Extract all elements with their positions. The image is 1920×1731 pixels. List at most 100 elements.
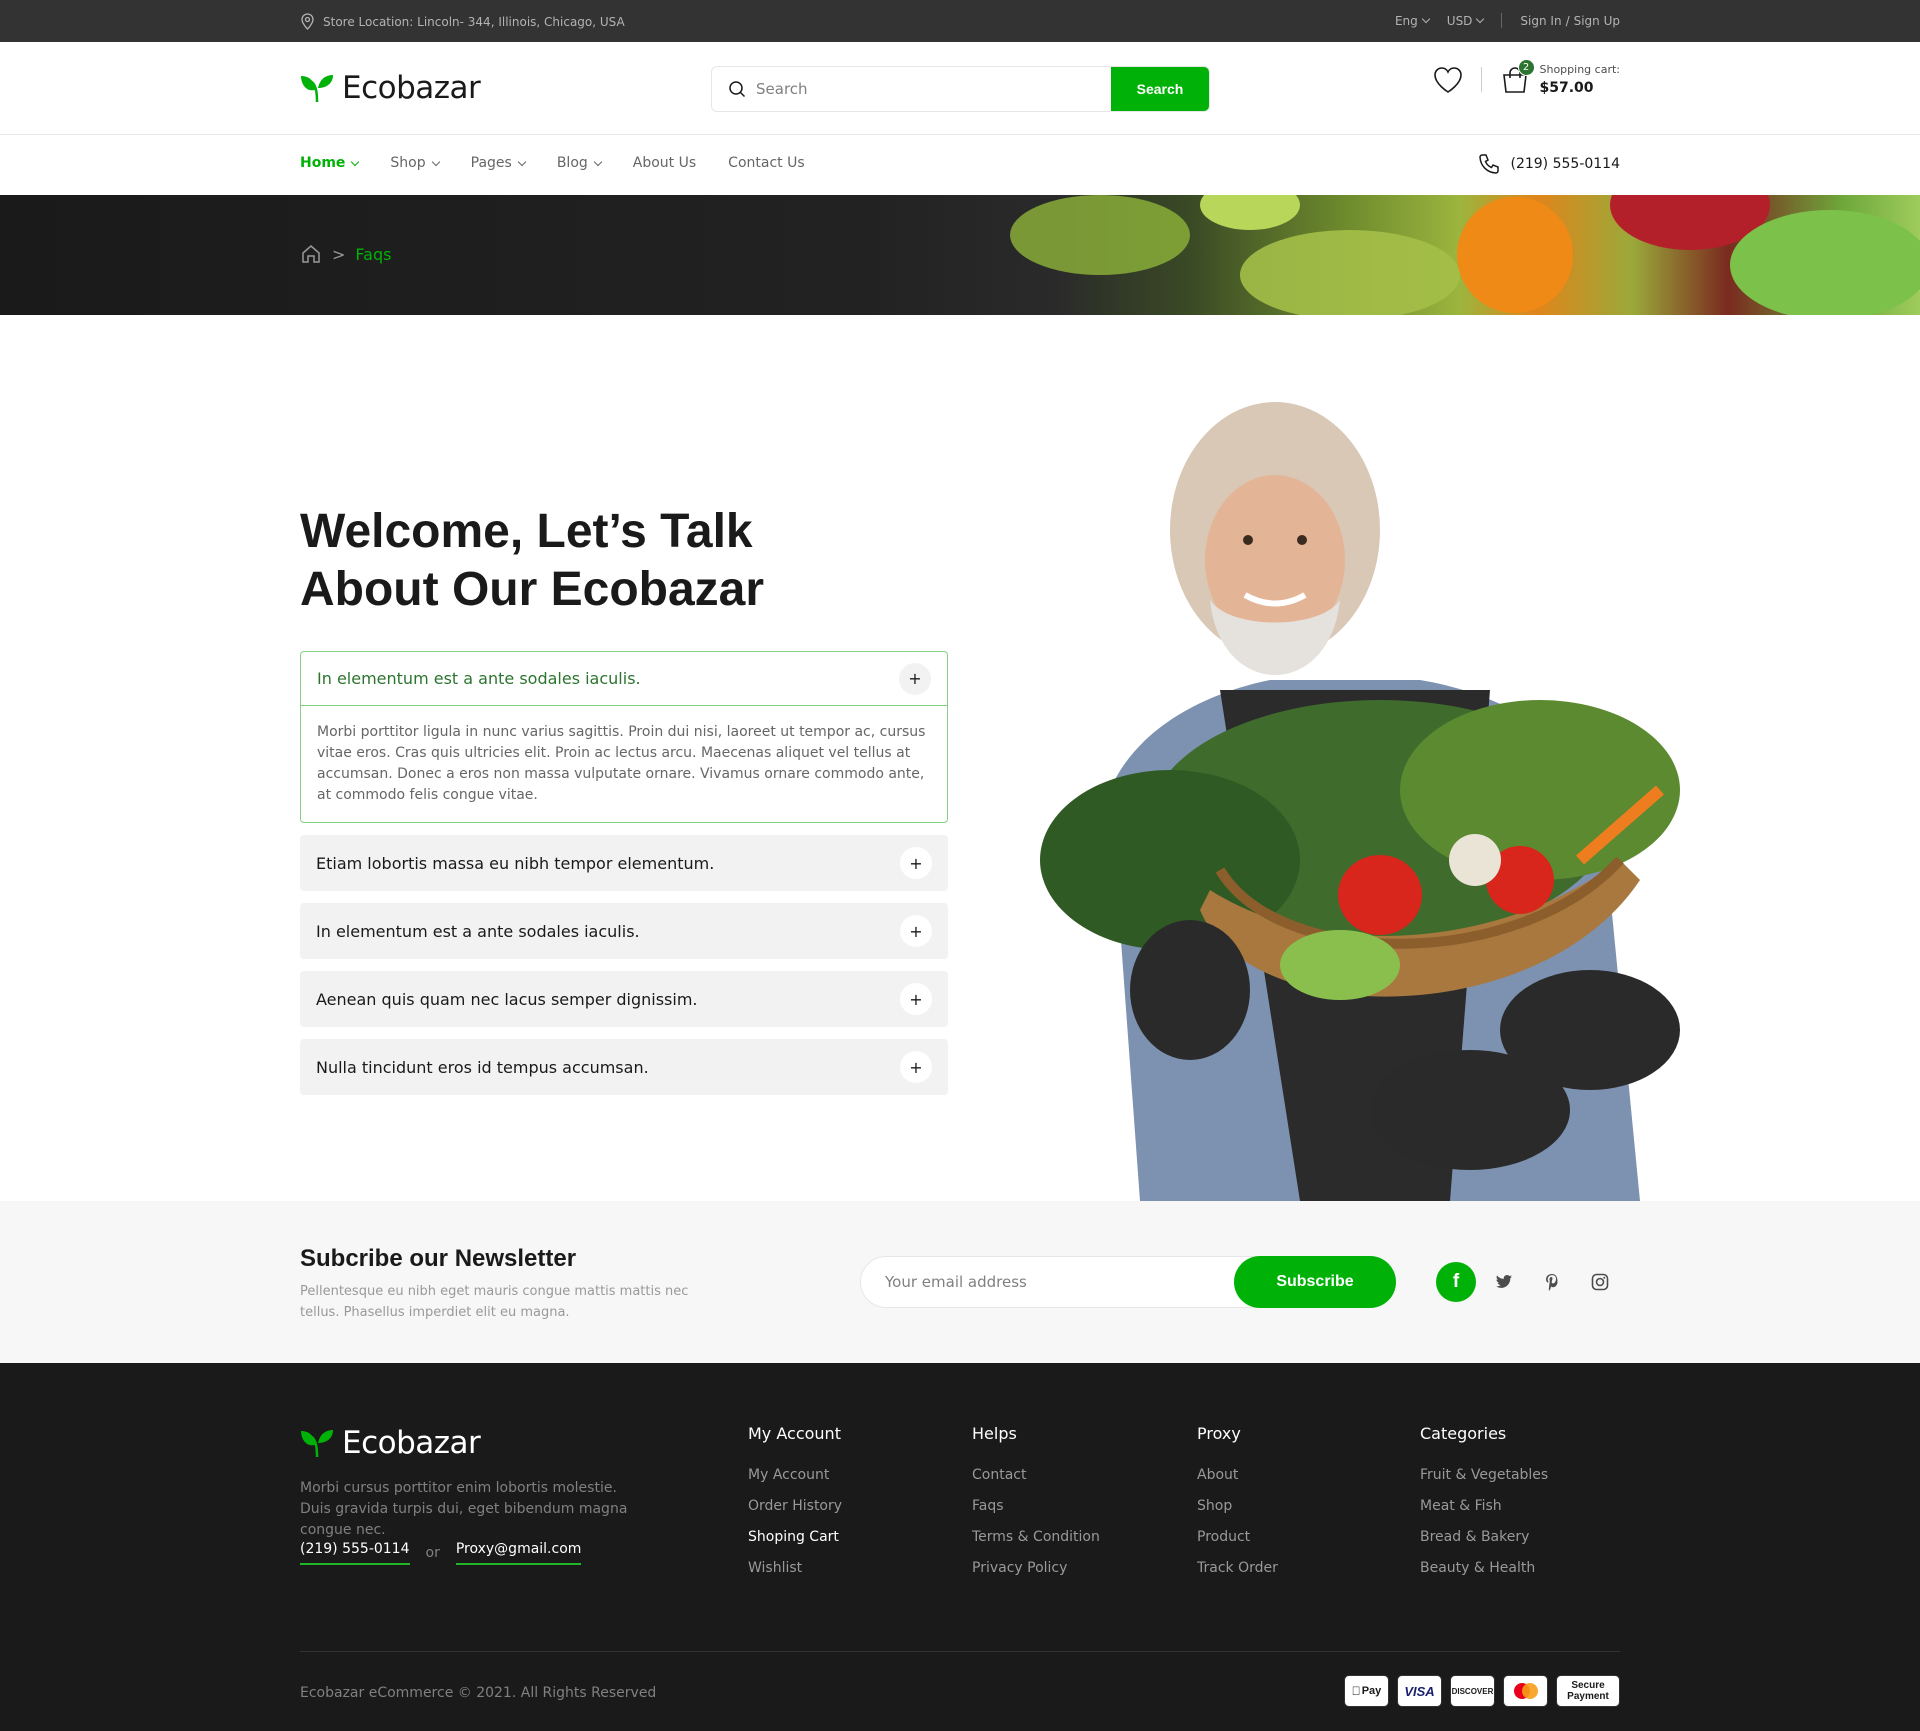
logo-text: Ecobazar <box>342 1425 481 1461</box>
footer-column-title: Categories <box>1420 1424 1507 1443</box>
footer-phone[interactable]: (219) 555-0114 <box>300 1541 410 1565</box>
search-icon <box>729 81 746 98</box>
footer-divider <box>300 1651 1620 1652</box>
newsletter-section: Subcribe our Newsletter Pellentesque eu … <box>0 1201 1920 1363</box>
faq-question: Etiam lobortis massa eu nibh tempor elem… <box>316 853 715 873</box>
chevron-down-icon <box>1421 14 1431 24</box>
visa-label: VISA <box>1404 1683 1435 1699</box>
phone-icon <box>1478 154 1499 174</box>
main-nav: Home Shop Pages Blog About Us Contact Us… <box>0 135 1920 195</box>
chevron-down-icon <box>431 157 440 166</box>
nav-phone[interactable]: (219) 555-0114 <box>1477 152 1620 176</box>
search-input[interactable]: Search <box>712 67 1111 111</box>
vegetables-background <box>1010 195 1920 315</box>
home-icon[interactable] <box>300 243 322 265</box>
currency-label: USD <box>1446 13 1473 28</box>
language-select[interactable]: Eng <box>1394 13 1431 28</box>
farmer-image <box>1040 402 1680 1201</box>
apple-pay-icon: Pay <box>1344 1675 1389 1707</box>
footer-link[interactable]: Privacy Policy <box>972 1560 1100 1576</box>
footer-column-proxy: Proxy About Shop Product Track Order <box>1197 1424 1278 1591</box>
nav-item-pages[interactable]: Pages <box>470 155 527 171</box>
chevron-down-icon <box>351 157 360 166</box>
logo[interactable]: Ecobazar <box>300 70 481 106</box>
pinterest-icon[interactable] <box>1532 1262 1572 1302</box>
footer-column-title: Proxy <box>1197 1424 1241 1443</box>
divider <box>1480 67 1482 92</box>
top-bar: Store Location: Lincoln- 344, Illinois, … <box>0 0 1920 42</box>
subscribe-button[interactable]: Subscribe <box>1234 1256 1396 1308</box>
footer-logo[interactable]: Ecobazar <box>300 1425 481 1461</box>
shopping-cart[interactable]: 2 Shopping cart: $57.00 <box>1500 59 1620 96</box>
faq-item-open: In elementum est a ante sodales iaculis.… <box>300 651 948 823</box>
faq-item[interactable]: Nulla tincidunt eros id tempus accumsan.… <box>300 1039 948 1095</box>
faq-question-row[interactable]: In elementum est a ante sodales iaculis.… <box>301 652 947 706</box>
faq-item[interactable]: Aenean quis quam nec lacus semper dignis… <box>300 971 948 1027</box>
newsletter-form: Your email address Subscribe <box>860 1256 1396 1308</box>
page-title: Welcome, Let’s Talk About Our Ecobazar <box>300 503 860 619</box>
footer-link[interactable]: Shoping Cart <box>748 1529 842 1545</box>
faq-item[interactable]: Etiam lobortis massa eu nibh tempor elem… <box>300 835 948 891</box>
nav-label: Pages <box>470 155 512 171</box>
currency-select[interactable]: USD <box>1446 13 1485 28</box>
header: Ecobazar Search Search 2 Shopping cart: … <box>0 42 1920 135</box>
footer-link[interactable]: Meat & Fish <box>1420 1498 1548 1514</box>
language-label: Eng <box>1394 13 1418 28</box>
nav-label: Contact Us <box>728 155 805 171</box>
plus-icon[interactable]: + <box>900 847 932 879</box>
discover-label: DISCOVER <box>1451 1686 1494 1696</box>
plus-icon[interactable]: + <box>900 1051 932 1083</box>
footer-link[interactable]: Product <box>1197 1529 1278 1545</box>
footer-link[interactable]: Wishlist <box>748 1560 842 1576</box>
footer-link[interactable]: My Account <box>748 1467 842 1483</box>
footer: Ecobazar Morbi cursus porttitor enim lob… <box>0 1363 1920 1731</box>
search-button[interactable]: Search <box>1111 67 1209 111</box>
footer-link[interactable]: Bread & Bakery <box>1420 1529 1548 1545</box>
plus-icon[interactable]: + <box>900 915 932 947</box>
store-location-text: Store Location: Lincoln- 344, Illinois, … <box>323 14 625 29</box>
nav-item-contact[interactable]: Contact Us <box>728 155 804 171</box>
nav-item-about[interactable]: About Us <box>633 155 696 171</box>
breadcrumb-current: Faqs <box>355 244 392 264</box>
chevron-down-icon <box>1476 14 1485 24</box>
nav-item-home[interactable]: Home <box>300 155 360 171</box>
nav-label: Shop <box>390 155 426 171</box>
heart-icon[interactable] <box>1433 66 1463 94</box>
footer-column-helps: Helps Contact Faqs Terms & Condition Pri… <box>972 1424 1100 1591</box>
store-location: Store Location: Lincoln- 344, Illinois, … <box>300 13 625 30</box>
chevron-down-icon <box>593 157 603 166</box>
sign-in-link[interactable]: Sign In <box>1520 14 1561 28</box>
footer-column-my-account: My Account My Account Order History Shop… <box>748 1424 842 1591</box>
footer-email[interactable]: Proxy@gmail.com <box>455 1541 582 1565</box>
apple-pay-label: Pay <box>1357 1685 1382 1697</box>
sign-up-link[interactable]: Sign Up <box>1574 14 1620 28</box>
nav-item-shop[interactable]: Shop <box>390 155 440 171</box>
leaf-logo-icon <box>301 75 333 103</box>
footer-link[interactable]: Shop <box>1197 1498 1278 1514</box>
search-placeholder: Search <box>756 80 808 98</box>
twitter-icon[interactable] <box>1484 1262 1524 1302</box>
faq-question: In elementum est a ante sodales iaculis. <box>317 669 641 688</box>
nav-label: Blog <box>556 155 588 171</box>
footer-link[interactable]: Terms & Condition <box>972 1529 1100 1545</box>
discover-icon: DISCOVER <box>1450 1675 1495 1707</box>
footer-link[interactable]: Order History <box>748 1498 842 1514</box>
payment-methods: Pay VISA DISCOVER Secure Payment <box>1344 1675 1620 1707</box>
footer-link[interactable]: Contact <box>972 1467 1100 1483</box>
footer-link[interactable]: Faqs <box>972 1498 1100 1514</box>
plus-icon[interactable]: + <box>900 983 932 1015</box>
nav-label: Home <box>300 155 346 171</box>
plus-icon[interactable]: + <box>899 662 931 695</box>
nav-label: About Us <box>632 155 697 171</box>
email-input[interactable]: Your email address <box>885 1273 1027 1291</box>
footer-link[interactable]: Track Order <box>1197 1560 1278 1576</box>
footer-link[interactable]: Beauty & Health <box>1420 1560 1548 1576</box>
facebook-icon[interactable]: f <box>1436 1262 1476 1302</box>
leaf-logo-icon <box>301 1430 333 1458</box>
newsletter-title: Subcribe our Newsletter <box>300 1245 577 1272</box>
footer-link[interactable]: About <box>1197 1467 1278 1483</box>
faq-item[interactable]: In elementum est a ante sodales iaculis.… <box>300 903 948 959</box>
nav-item-blog[interactable]: Blog <box>556 155 603 171</box>
instagram-icon[interactable] <box>1580 1262 1620 1302</box>
footer-link[interactable]: Fruit & Vegetables <box>1420 1467 1548 1483</box>
